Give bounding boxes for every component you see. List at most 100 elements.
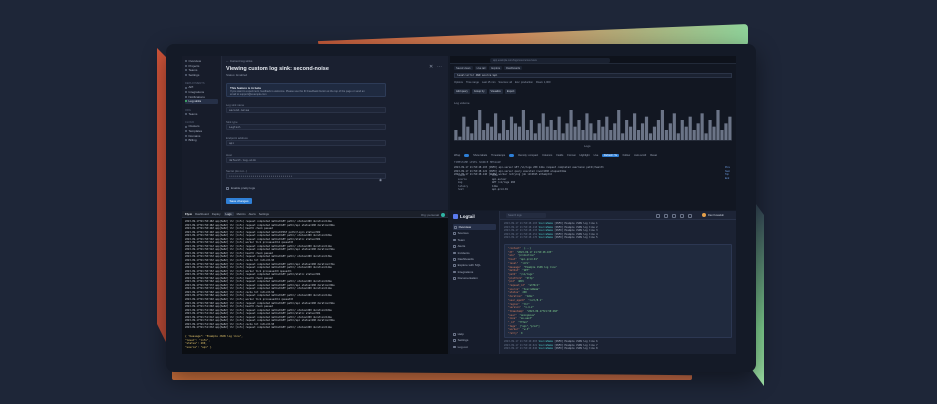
histogram-bar[interactable] [696, 123, 700, 140]
histogram-bar[interactable] [668, 123, 672, 140]
histogram-bar[interactable] [704, 133, 708, 140]
histogram-bar[interactable] [680, 120, 684, 140]
histogram-bar[interactable] [593, 133, 597, 140]
search-input[interactable]: Search logs [506, 213, 546, 218]
tab-explore[interactable]: Explore [489, 66, 503, 70]
histogram-bar[interactable] [577, 120, 581, 140]
nav-metrics[interactable]: Metrics [237, 212, 246, 216]
control-follow[interactable]: Follow [623, 154, 631, 157]
sidebar-item-billing[interactable]: Billing [185, 138, 218, 143]
histogram-bar[interactable] [633, 113, 637, 140]
nav-item-log-out[interactable]: Log out [453, 344, 468, 350]
histogram-bar[interactable] [660, 110, 664, 140]
more-icon[interactable]: ⋯ [437, 65, 442, 70]
histogram-bar[interactable] [712, 126, 716, 140]
histogram-bar[interactable] [644, 116, 649, 140]
beta-notice-link[interactable]: email to support@example.com [230, 93, 382, 96]
histogram-bar[interactable] [478, 110, 482, 140]
log-row[interactable]: 2023-09-17 21:50:48.170 SourceName [INFO… [504, 236, 732, 240]
histogram-bar[interactable] [537, 123, 541, 140]
filter-chip[interactable]: Last 15 min [482, 81, 495, 86]
control-density-compact[interactable]: Density: compact [518, 154, 538, 157]
filter-icon[interactable] [664, 213, 668, 218]
user-menu[interactable]: Dan Kowalski [702, 213, 724, 217]
toggle-switch[interactable] [464, 153, 470, 157]
pretty-logs-checkbox-row[interactable]: Enable pretty logs [226, 186, 255, 190]
tab-saved-views[interactable]: Saved views [454, 66, 473, 70]
histogram-bar[interactable] [597, 120, 601, 140]
tab-dashboards[interactable]: Dashboards [504, 66, 523, 70]
breadcrumb[interactable]: ← Current log sinks [226, 59, 252, 63]
histogram-bar[interactable] [521, 110, 525, 140]
sidebar-item-log-sinks[interactable]: Log sinks [185, 99, 218, 104]
columns-icon[interactable] [672, 213, 676, 218]
nav-alerts[interactable]: Alerts [249, 212, 256, 216]
nav-item-documentation[interactable]: Documentation [453, 275, 496, 281]
sidebar-item-settings[interactable]: Settings [185, 73, 218, 78]
histogram-bar[interactable] [549, 120, 553, 140]
histogram-bar[interactable] [617, 110, 621, 140]
histogram-bar[interactable] [656, 120, 661, 140]
terminal-user[interactable]: Org: personal [421, 212, 445, 217]
histogram-bar[interactable] [573, 126, 577, 140]
histogram-bar[interactable] [585, 113, 589, 140]
log-row[interactable]: 2023-09-17 21:50:49.040 SourceName [INFO… [504, 347, 732, 351]
share-icon[interactable] [680, 213, 684, 218]
histogram-bar[interactable] [482, 130, 486, 140]
filter-chip[interactable]: Time range [466, 81, 479, 86]
histogram-bar[interactable] [557, 116, 561, 140]
filter-chip[interactable]: Rows: 1,000 [536, 81, 550, 86]
nav-deploy[interactable]: Deploy [212, 212, 221, 216]
histogram-bar[interactable] [609, 130, 613, 140]
histogram-bar[interactable] [501, 120, 506, 140]
group-by-button[interactable]: Group by [471, 89, 487, 94]
visualize-button[interactable]: Visualize [488, 89, 503, 94]
app-logo[interactable]: Fly.io [185, 212, 192, 216]
filter-chip[interactable]: Options [454, 81, 463, 86]
logtail-logo[interactable]: Logtail [453, 214, 496, 219]
histogram-bar[interactable] [692, 130, 696, 140]
histogram-bar[interactable] [497, 133, 502, 140]
histogram-bar[interactable] [676, 133, 680, 140]
control-timestamps[interactable]: Timestamps [491, 154, 505, 157]
export-button[interactable]: Export [504, 89, 517, 94]
pager-link[interactable]: End [725, 177, 733, 181]
avatar[interactable] [441, 212, 445, 217]
histogram-bar[interactable] [708, 120, 712, 140]
histogram-bar[interactable] [505, 130, 510, 140]
control-wrap[interactable]: Wrap [454, 154, 460, 157]
histogram-bar[interactable] [728, 116, 732, 140]
histogram-bar[interactable] [581, 130, 585, 140]
histogram-bar[interactable] [541, 113, 545, 140]
histogram-bar[interactable] [629, 126, 633, 140]
control-highlight[interactable]: Highlight [579, 154, 589, 157]
histogram-bar[interactable] [664, 130, 668, 140]
histogram-bar[interactable] [720, 130, 724, 140]
histogram-bar[interactable] [569, 110, 573, 140]
histogram-bar[interactable] [684, 126, 688, 140]
control-reset[interactable]: Reset [650, 154, 657, 157]
settings-input[interactable]: Logtail [226, 123, 386, 130]
histogram-bar[interactable] [625, 120, 629, 140]
close-icon[interactable]: ✕ [429, 65, 434, 70]
settings-input[interactable]: second-noise [226, 107, 386, 113]
histogram-bar[interactable] [474, 120, 478, 140]
control-fields[interactable]: Fields [556, 154, 563, 157]
histogram-bar[interactable] [553, 130, 557, 140]
histogram-bar[interactable] [458, 136, 462, 140]
settings-icon[interactable] [688, 213, 692, 218]
histogram-bar[interactable] [561, 133, 565, 140]
url-bar[interactable]: app.example.com/logs/source/overview [490, 57, 610, 63]
control-live[interactable]: Live [594, 154, 599, 157]
tab-live-tail[interactable]: Live tail [474, 66, 488, 70]
control-format[interactable]: Format [567, 154, 575, 157]
histogram-bar[interactable] [636, 130, 641, 140]
control-auto-scroll[interactable]: Auto scroll [634, 154, 646, 157]
histogram-bar[interactable] [672, 113, 676, 140]
eye-icon[interactable]: ◉ [379, 178, 382, 182]
histogram-bar[interactable] [533, 133, 537, 140]
histogram-bar[interactable] [509, 116, 514, 140]
histogram-bar[interactable] [529, 120, 533, 140]
toggle-switch[interactable] [509, 153, 515, 157]
histogram-bar[interactable] [716, 110, 720, 140]
